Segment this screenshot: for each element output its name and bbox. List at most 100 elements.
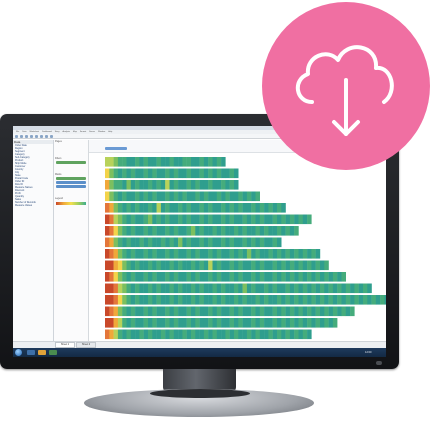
heatmap-cell[interactable] bbox=[152, 249, 157, 259]
heatmap-cell[interactable] bbox=[139, 157, 144, 167]
heatmap-cell[interactable] bbox=[203, 203, 209, 213]
heatmap-cell[interactable] bbox=[332, 318, 338, 328]
heatmap-cell[interactable] bbox=[182, 260, 187, 271]
heatmap-cell[interactable] bbox=[139, 295, 144, 305]
heatmap-cell[interactable] bbox=[229, 295, 235, 305]
heatmap-cell[interactable] bbox=[148, 318, 153, 328]
heatmap-cell[interactable] bbox=[169, 214, 175, 225]
heatmap-cell[interactable] bbox=[221, 272, 226, 282]
heatmap-cell[interactable] bbox=[307, 249, 312, 259]
heatmap-cell[interactable] bbox=[117, 283, 123, 294]
heatmap-cell[interactable] bbox=[324, 295, 329, 305]
heatmap-cell[interactable] bbox=[242, 318, 248, 328]
heatmap-cell[interactable] bbox=[117, 318, 123, 328]
heatmap-cell[interactable] bbox=[294, 272, 299, 282]
heatmap-cell[interactable] bbox=[139, 260, 144, 271]
pages-card[interactable] bbox=[54, 143, 88, 157]
heatmap-cell[interactable] bbox=[109, 272, 114, 282]
heatmap-cell[interactable] bbox=[195, 168, 200, 179]
heatmap-cell[interactable] bbox=[203, 157, 209, 167]
heatmap-cell[interactable] bbox=[148, 260, 153, 271]
heatmap-cell[interactable] bbox=[165, 237, 170, 248]
heatmap-cell[interactable] bbox=[122, 318, 127, 328]
heatmap-cell[interactable] bbox=[229, 260, 235, 271]
heatmap-cell[interactable] bbox=[182, 295, 187, 305]
heatmap-cell[interactable] bbox=[285, 295, 291, 305]
marks-label-pill[interactable] bbox=[56, 185, 86, 188]
heatmap-cell[interactable] bbox=[122, 329, 127, 340]
heatmap-cell[interactable] bbox=[139, 329, 144, 340]
heatmap-cell[interactable] bbox=[152, 214, 157, 225]
heatmap-cell[interactable] bbox=[281, 272, 286, 282]
heatmap-cell[interactable] bbox=[160, 283, 166, 294]
heatmap-cell[interactable] bbox=[212, 249, 218, 259]
heatmap-cell[interactable] bbox=[350, 283, 355, 294]
heatmap-cell[interactable] bbox=[208, 168, 213, 179]
heatmap-cell[interactable] bbox=[315, 260, 321, 271]
heatmap-cell[interactable] bbox=[182, 329, 187, 340]
heatmap-cell[interactable] bbox=[148, 306, 153, 317]
heatmap-cell[interactable] bbox=[264, 283, 269, 294]
heatmap-cell[interactable] bbox=[113, 329, 119, 340]
heatmap-cell[interactable] bbox=[173, 157, 179, 167]
heatmap-cell[interactable] bbox=[143, 214, 149, 225]
heatmap-cell[interactable] bbox=[350, 295, 355, 305]
heatmap-cell[interactable] bbox=[289, 295, 295, 305]
heatmap-cell[interactable] bbox=[251, 306, 256, 317]
heatmap-cell[interactable] bbox=[246, 214, 252, 225]
heatmap-cell[interactable] bbox=[165, 226, 170, 236]
heatmap-cell[interactable] bbox=[259, 260, 265, 271]
heatmap-cell[interactable] bbox=[298, 329, 304, 340]
heatmap-cell[interactable] bbox=[191, 283, 196, 294]
heatmap-cell[interactable] bbox=[105, 318, 110, 328]
heatmap-cell[interactable] bbox=[113, 306, 119, 317]
heatmap-cell[interactable] bbox=[169, 226, 175, 236]
heatmap-cell[interactable] bbox=[152, 191, 157, 202]
heatmap-cell[interactable] bbox=[113, 226, 119, 236]
heatmap-cell[interactable] bbox=[216, 272, 222, 282]
heatmap-cell[interactable] bbox=[246, 203, 252, 213]
heatmap-cell[interactable] bbox=[191, 329, 196, 340]
heatmap-cell[interactable] bbox=[221, 260, 226, 271]
heatmap-cell[interactable] bbox=[307, 318, 312, 328]
heatmap-cell[interactable] bbox=[225, 249, 230, 259]
heatmap-cell[interactable] bbox=[328, 318, 334, 328]
heatmap-cell[interactable] bbox=[238, 272, 243, 282]
heatmap-cell[interactable] bbox=[255, 318, 261, 328]
heatmap-cell[interactable] bbox=[130, 260, 136, 271]
heatmap-cell[interactable] bbox=[345, 295, 351, 305]
heatmap-cell[interactable] bbox=[109, 203, 114, 213]
heatmap-cell[interactable] bbox=[229, 249, 235, 259]
heatmap-cell[interactable] bbox=[264, 237, 269, 248]
heatmap-cell[interactable] bbox=[216, 295, 222, 305]
heatmap-cell[interactable] bbox=[173, 191, 179, 202]
heatmap-cell[interactable] bbox=[264, 306, 269, 317]
heatmap-cell[interactable] bbox=[272, 306, 278, 317]
heatmap-cell[interactable] bbox=[117, 249, 123, 259]
heatmap-cell[interactable] bbox=[277, 318, 282, 328]
heatmap-cell[interactable] bbox=[191, 260, 196, 271]
heatmap-cell[interactable] bbox=[152, 295, 157, 305]
taskbar-app-tableau[interactable] bbox=[49, 350, 57, 355]
heatmap-cell[interactable] bbox=[148, 237, 153, 248]
heatmap-cell[interactable] bbox=[156, 295, 162, 305]
heatmap-cell[interactable] bbox=[178, 295, 183, 305]
heatmap-cell[interactable] bbox=[238, 203, 243, 213]
heatmap-cell[interactable] bbox=[221, 214, 226, 225]
heatmap-cell[interactable] bbox=[156, 249, 162, 259]
heatmap-cell[interactable] bbox=[216, 226, 222, 236]
heatmap-cell[interactable] bbox=[251, 283, 256, 294]
heatmap-cell[interactable] bbox=[255, 260, 261, 271]
heatmap-cell[interactable] bbox=[225, 329, 230, 340]
heatmap-cell[interactable] bbox=[332, 306, 338, 317]
heatmap-cell[interactable] bbox=[186, 283, 192, 294]
heatmap-cell[interactable] bbox=[225, 283, 230, 294]
heatmap-cell[interactable] bbox=[143, 306, 149, 317]
heatmap-cell[interactable] bbox=[285, 214, 291, 225]
heatmap-cell[interactable] bbox=[203, 237, 209, 248]
heatmap-cell[interactable] bbox=[195, 180, 200, 190]
heatmap-cell[interactable] bbox=[143, 226, 149, 236]
heatmap-cell[interactable] bbox=[173, 180, 179, 190]
marks-detail-pill[interactable] bbox=[56, 181, 86, 184]
heatmap-cell[interactable] bbox=[281, 283, 286, 294]
